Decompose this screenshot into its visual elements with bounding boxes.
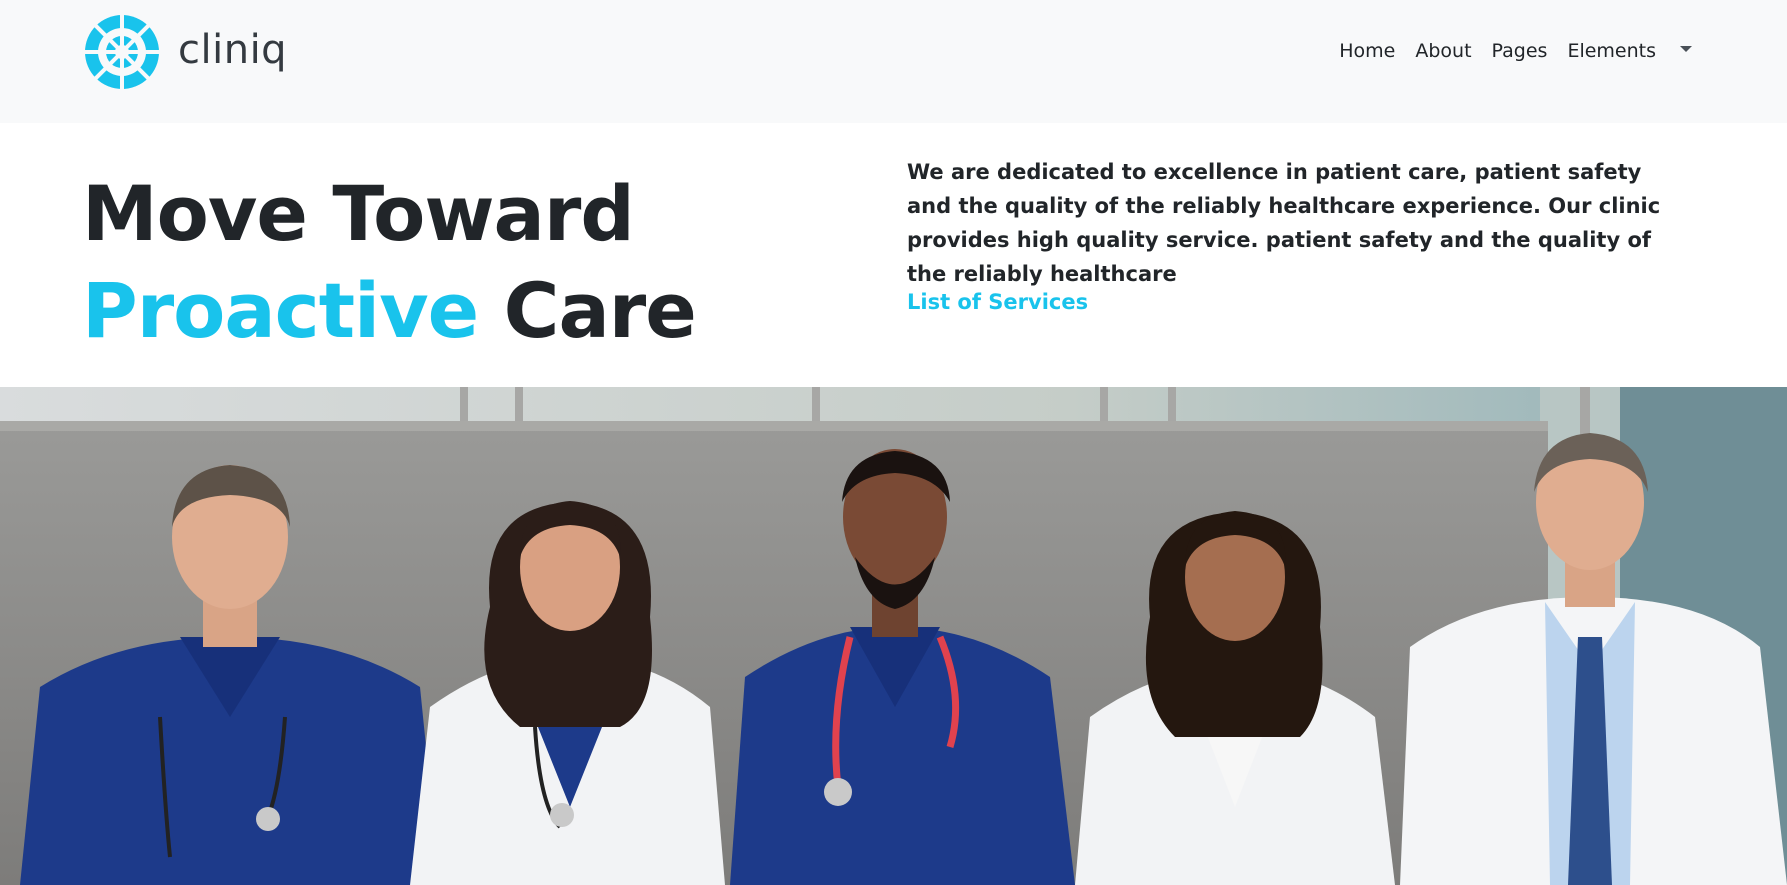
hero-title-line1: Move Toward [82,169,635,258]
nav-item-about[interactable]: About [1415,40,1471,62]
brand[interactable]: cliniq [82,12,287,92]
navbar: cliniq Home About Pages Elements [0,0,1787,123]
hero-title-accent: Proactive [82,266,479,355]
main-nav: Home About Pages Elements [1339,40,1787,62]
hero-title-rest: Care [503,266,697,355]
hero-description: We are dedicated to excellence in patien… [907,160,1661,286]
brand-name: cliniq [178,27,288,73]
team-photo-illustration [0,387,1787,885]
caret-down-icon[interactable] [1680,46,1692,52]
list-of-services-link[interactable]: List of Services [907,290,1088,314]
nav-item-home[interactable]: Home [1339,40,1395,62]
team-photo [0,387,1787,885]
cliniq-logo-icon [82,12,162,92]
nav-item-pages[interactable]: Pages [1492,40,1548,62]
hero-title: Move Toward Proactive Care [82,165,697,359]
nav-item-elements[interactable]: Elements [1567,40,1656,62]
